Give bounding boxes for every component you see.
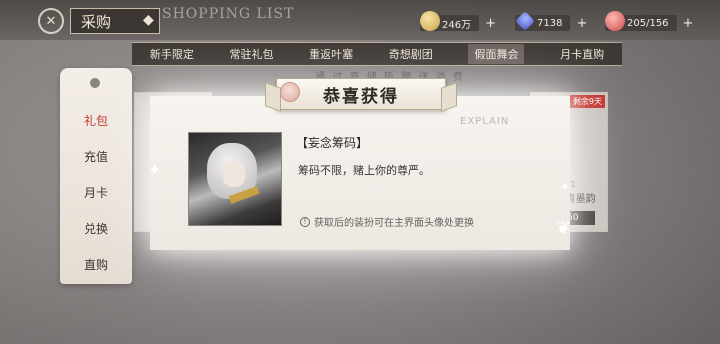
sparkle-icon: ✦ <box>148 160 162 179</box>
diamond-resource: 7138 + <box>515 11 587 32</box>
sidebar-item-monthcard[interactable]: 月卡 <box>60 184 132 201</box>
tab-novice[interactable]: 新手限定 <box>150 46 194 62</box>
coin-icon <box>420 11 440 31</box>
portrait-face <box>223 161 245 187</box>
tab-return[interactable]: 重返叶塞 <box>309 46 353 62</box>
top-bar: ✕ 采购 ◆ SHOPPING LIST 246万 + 7138 + 205/1… <box>0 0 720 40</box>
category-tabs: 新手限定 常驻礼包 重返叶塞 奇想剧团 假面舞会 月卡直购 <box>132 42 622 66</box>
back-arrow-icon: ✕ <box>45 13 57 29</box>
reward-item-portrait <box>188 132 282 226</box>
tab-regular[interactable]: 常驻礼包 <box>229 46 273 62</box>
add-stamina-button[interactable]: + <box>683 16 694 31</box>
reward-title: 恭喜获得 <box>323 86 399 107</box>
info-icon: ! <box>300 216 310 227</box>
sidebar-item-exchange[interactable]: 兑换 <box>60 220 132 237</box>
sidebar-item-direct[interactable]: 直购 <box>60 256 132 273</box>
add-gold-button[interactable]: + <box>485 16 496 31</box>
reward-item-description: 筹码不限，赌上你的尊严。 <box>298 164 430 177</box>
sidebar-item-gift[interactable]: 礼包 <box>60 112 132 129</box>
time-left-badge: 剩余9天 <box>569 95 605 108</box>
back-button[interactable]: ✕ <box>38 8 64 34</box>
gold-resource: 246万 + <box>420 11 496 32</box>
sidebar-tag: 礼包 充值 月卡 兑换 直购 <box>60 68 132 284</box>
tag-hole <box>90 78 100 88</box>
rose-icon <box>280 82 300 102</box>
reward-item-name: 【妄念筹码】 <box>296 136 369 150</box>
reward-ribbon: 恭喜获得 <box>276 78 446 110</box>
sidebar-item-recharge[interactable]: 充值 <box>60 148 132 165</box>
reward-hint: ! 获取后的装扮可在主界面头像处更换 <box>300 214 474 229</box>
add-diamond-button[interactable]: + <box>576 16 587 31</box>
tab-monthly[interactable]: 月卡直购 <box>560 46 604 62</box>
tab-masquerade[interactable]: 假面舞会 <box>468 44 525 64</box>
butterfly-icon: ❦ <box>556 218 572 239</box>
tab-troupe[interactable]: 奇想剧团 <box>389 46 433 62</box>
sparkle-icon: ✦ <box>560 180 571 194</box>
cake-icon <box>605 11 625 31</box>
diamond-ornament-icon: ◆ <box>143 12 154 28</box>
modal-bg-text: EXPLAIN <box>460 116 510 127</box>
stamina-resource: 205/156 + <box>605 11 694 32</box>
page-subtitle: SHOPPING LIST <box>162 6 295 22</box>
